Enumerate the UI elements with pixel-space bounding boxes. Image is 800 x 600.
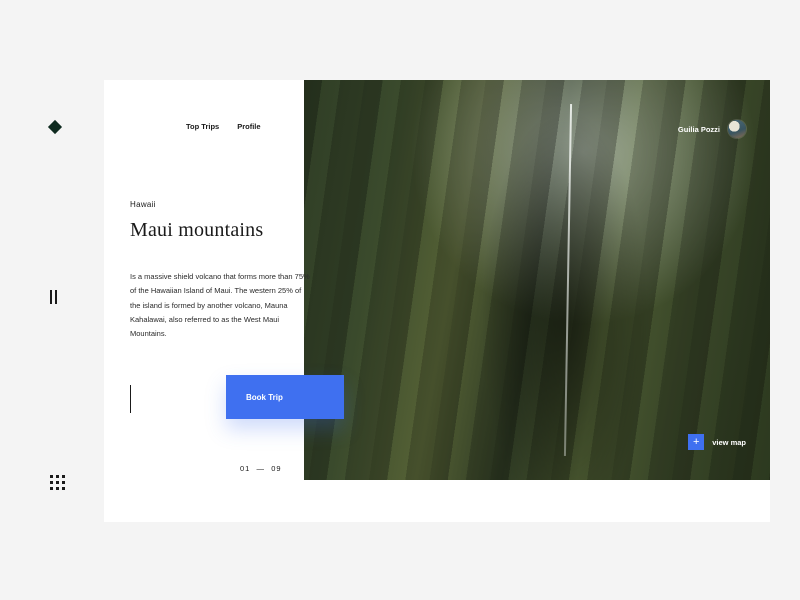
location-eyebrow: Hawaii	[130, 200, 330, 209]
view-map-label: view map	[712, 438, 746, 447]
pause-icon[interactable]	[50, 290, 57, 304]
destination-title: Maui mountains	[130, 219, 330, 242]
destination-description: Is a massive shield volcano that forms m…	[130, 270, 310, 341]
destination-panel: Hawaii Maui mountains Is a massive shiel…	[130, 200, 330, 425]
nav-top-trips[interactable]: Top Trips	[186, 122, 219, 131]
user-name: Guilia Pozzi	[678, 125, 720, 134]
book-trip-button[interactable]: Book Trip	[226, 375, 344, 419]
nav-profile[interactable]: Profile	[237, 122, 260, 131]
logo-icon[interactable]	[48, 120, 62, 134]
pager: 01 — 09	[240, 464, 282, 473]
hero-image: Guilia Pozzi + view map	[304, 80, 770, 480]
pager-current: 01	[240, 464, 250, 473]
user-chip[interactable]: Guilia Pozzi	[678, 120, 746, 138]
pager-total: 09	[271, 464, 281, 473]
pager-sep: —	[257, 464, 266, 473]
divider-tick	[130, 385, 131, 413]
view-map-button[interactable]: + view map	[688, 434, 746, 450]
avatar	[728, 120, 746, 138]
cta-row: Book Trip	[130, 375, 330, 425]
book-trip-label: Book Trip	[246, 393, 283, 402]
apps-grid-icon[interactable]	[50, 475, 65, 490]
top-nav: Top Trips Profile	[186, 122, 261, 131]
left-rail	[50, 0, 80, 600]
plus-icon: +	[688, 434, 704, 450]
